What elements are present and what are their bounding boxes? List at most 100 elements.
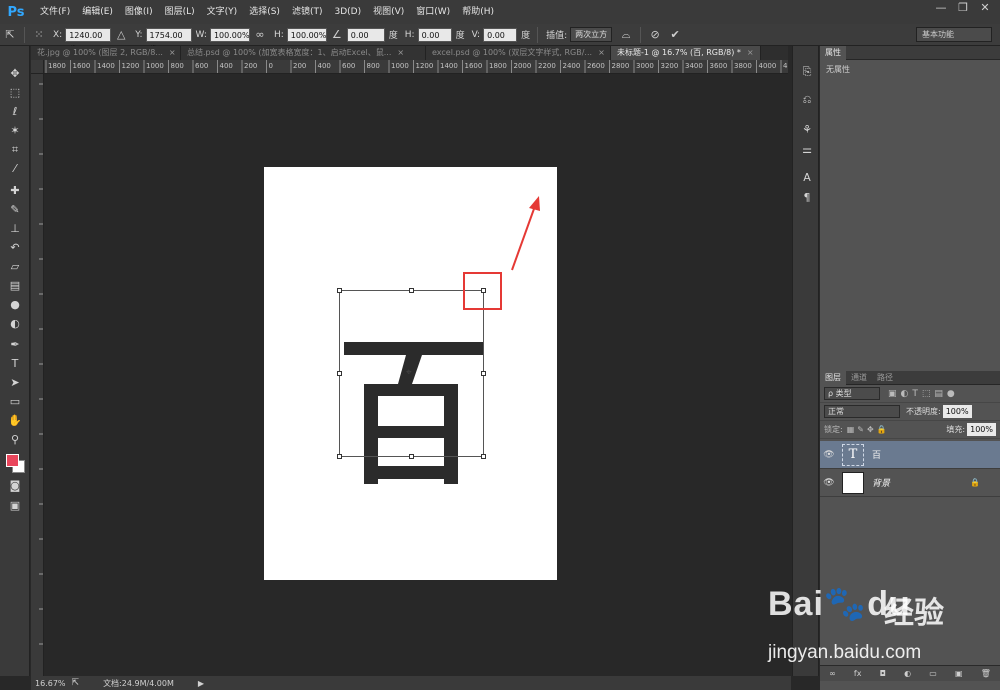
menu-select[interactable]: 选择(S) [243, 0, 286, 24]
brush-presets-icon[interactable]: ⚘ [797, 122, 817, 138]
horizontal-ruler[interactable]: 1800 1600 1400 1200 1000 800 600 400 200 0 200 400 6… [44, 60, 788, 74]
blur-tool-icon[interactable]: ● [5, 297, 25, 313]
angle-field[interactable]: 0.00 [346, 27, 385, 42]
canvas-area[interactable]: ⌖ [44, 74, 788, 676]
layer-style-icon[interactable]: fx [854, 669, 862, 678]
eyedropper-tool-icon[interactable]: ⁄ [5, 161, 25, 177]
blend-mode-select[interactable]: 正常 [824, 405, 900, 418]
layer-filter-select[interactable]: ρ 类型 [824, 387, 880, 400]
layer-row-text[interactable]: 👁 T 百 [820, 441, 1000, 469]
visibility-eye-icon[interactable]: 👁 [820, 478, 838, 488]
adjustment-layer-icon[interactable]: ◐ [904, 669, 911, 678]
reference-point-icon[interactable]: ⁙ [29, 26, 49, 44]
delete-layer-icon[interactable]: 🗑 [981, 669, 991, 678]
interpolation-select[interactable]: 两次立方 [570, 27, 613, 42]
marquee-tool-icon[interactable]: ⬚ [5, 85, 25, 101]
rectangle-tool-icon[interactable]: ▭ [5, 394, 25, 410]
menu-help[interactable]: 帮助(H) [456, 0, 500, 24]
width-field[interactable]: 100.00% [209, 27, 250, 42]
menu-window[interactable]: 窗口(W) [410, 0, 456, 24]
tab-excel[interactable]: excel.psd @ 100% (双层文字样式, RGB/... × [426, 46, 611, 60]
tab-properties[interactable]: 属性 [820, 45, 846, 60]
new-layer-icon[interactable]: ▣ [955, 669, 963, 678]
menu-filter[interactable]: 滤镜(T) [286, 0, 329, 24]
history-panel-icon[interactable]: ⎘ [797, 64, 817, 80]
restore-button[interactable]: ❐ [952, 0, 974, 16]
brush-tool-icon[interactable]: ✎ [5, 202, 25, 218]
menu-image[interactable]: 图像(I) [119, 0, 159, 24]
menu-layer[interactable]: 图层(L) [159, 0, 201, 24]
layer-filter-icons[interactable]: ▣◐T⬚▤● [888, 389, 959, 399]
menu-edit[interactable]: 编辑(E) [76, 0, 119, 24]
screen-mode-icon[interactable]: ▣ [5, 498, 25, 514]
dodge-tool-icon[interactable]: ◐ [5, 316, 25, 332]
layer-row-background[interactable]: 👁 背景 🔒 [820, 469, 1000, 497]
quick-mask-icon[interactable]: ◙ [5, 478, 25, 494]
pen-tool-icon[interactable]: ✒ [5, 337, 25, 353]
height-field[interactable]: 100.00% [286, 27, 327, 42]
crop-tool-icon[interactable]: ⌗ [5, 142, 25, 158]
magic-wand-tool-icon[interactable]: ✶ [5, 123, 25, 139]
free-transform-box[interactable]: ⌖ [337, 288, 486, 459]
export-icon[interactable]: ⇱ [72, 678, 80, 688]
transform-handle[interactable] [481, 371, 486, 376]
fill-field[interactable]: 100% [967, 423, 996, 436]
new-group-icon[interactable]: ▭ [929, 669, 937, 678]
character-panel-icon[interactable]: A [797, 170, 817, 186]
adjustments-panel-icon[interactable]: ⎌ [797, 92, 817, 108]
link-icon[interactable]: ∞ [250, 26, 270, 44]
transform-handle[interactable] [337, 371, 342, 376]
transform-center-icon[interactable]: ⌖ [406, 367, 412, 378]
eraser-tool-icon[interactable]: ▱ [5, 259, 25, 275]
hand-tool-icon[interactable]: ✋ [5, 413, 25, 429]
status-menu-arrow-icon[interactable]: ▶ [198, 679, 204, 688]
tab-summary[interactable]: 总结.psd @ 100% (加宽表格宽度：1、启动Excel、鼠... × [181, 46, 426, 60]
transform-handle[interactable] [409, 288, 414, 293]
transform-handle[interactable] [337, 454, 342, 459]
relative-position-icon[interactable]: △ [111, 26, 131, 44]
move-tool-icon[interactable]: ✥ [5, 66, 25, 82]
tab-layers[interactable]: 图层 [820, 370, 846, 385]
tab-close-icon[interactable]: × [598, 48, 605, 57]
commit-transform-icon[interactable]: ✔ [665, 26, 685, 44]
vskew-field[interactable]: 0.00 [483, 27, 518, 42]
tab-close-icon[interactable]: × [169, 48, 176, 57]
lasso-tool-icon[interactable]: ℓ [5, 104, 25, 120]
tab-channels[interactable]: 通道 [846, 371, 872, 385]
cancel-transform-icon[interactable]: ⊘ [645, 26, 665, 44]
vertical-ruler[interactable] [31, 74, 44, 676]
history-brush-tool-icon[interactable]: ↶ [5, 240, 25, 256]
link-layers-icon[interactable]: ∞ [829, 669, 836, 678]
workspace-select[interactable]: 基本功能 [916, 27, 992, 42]
visibility-eye-icon[interactable]: 👁 [820, 450, 838, 460]
menu-file[interactable]: 文件(F) [34, 0, 76, 24]
menu-view[interactable]: 视图(V) [367, 0, 410, 24]
zoom-level[interactable]: 16.67% [35, 679, 66, 688]
y-field[interactable]: 1754.00 像 [145, 27, 192, 54]
path-selection-tool-icon[interactable]: ➤ [5, 375, 25, 391]
foreground-color-swatch[interactable] [6, 454, 19, 467]
minimize-button[interactable]: — [930, 0, 952, 16]
gradient-tool-icon[interactable]: ▤ [5, 278, 25, 294]
lock-icons[interactable]: ▦✎✥🔒 [847, 425, 890, 434]
zoom-tool-icon[interactable]: ⚲ [5, 432, 25, 448]
type-tool-icon[interactable]: T [5, 356, 25, 372]
healing-brush-tool-icon[interactable]: ✚ [5, 183, 25, 199]
tab-paths[interactable]: 路径 [872, 371, 898, 385]
tab-untitled-1[interactable]: 未标题-1 @ 16.7% (百, RGB/8) * × [611, 46, 761, 60]
tab-close-icon[interactable]: × [747, 48, 754, 57]
paragraph-panel-icon[interactable]: ¶ [797, 190, 817, 206]
x-field[interactable]: 1240.00 像 [65, 27, 112, 54]
transform-handle[interactable] [481, 454, 486, 459]
menu-3d[interactable]: 3D(D) [328, 0, 367, 24]
move-tool-preset-icon[interactable]: ⇱ [0, 26, 20, 44]
clone-stamp-tool-icon[interactable]: ⊥ [5, 221, 25, 237]
transform-handle[interactable] [409, 454, 414, 459]
menu-type[interactable]: 文字(Y) [201, 0, 244, 24]
close-button[interactable]: ✕ [974, 0, 996, 16]
tab-close-icon[interactable]: × [397, 48, 404, 57]
opacity-field[interactable]: 100% [942, 405, 972, 418]
transform-handle[interactable] [337, 288, 342, 293]
add-mask-icon[interactable]: ◘ [880, 669, 886, 678]
hskew-field[interactable]: 0.00 [417, 27, 452, 42]
